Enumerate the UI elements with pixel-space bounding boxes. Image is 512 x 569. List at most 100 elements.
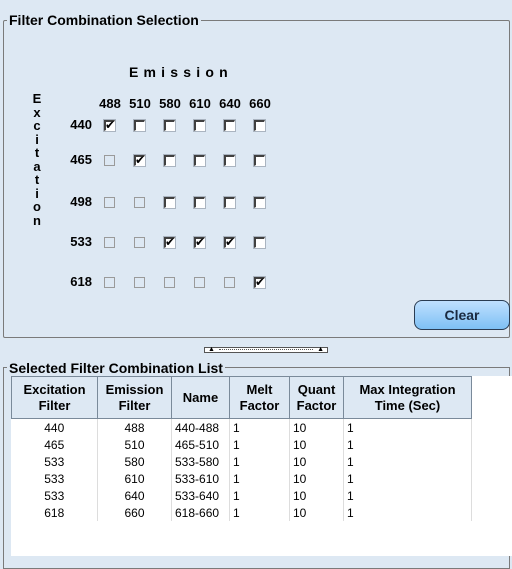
emission-label-660: 660 xyxy=(249,96,271,111)
filter-checkbox-465-488 xyxy=(104,155,115,166)
filter-checkbox-465-660[interactable] xyxy=(254,155,265,166)
filter-selection-title: Filter Combination Selection xyxy=(7,11,201,29)
cell-max[interactable]: 1 xyxy=(343,453,472,470)
table-row[interactable]: 440 488 440-488 1 10 1 xyxy=(11,418,472,436)
cell-name[interactable]: 440-488 xyxy=(171,418,230,436)
cell-quant[interactable]: 10 xyxy=(289,453,344,470)
cell-excitation[interactable]: 440 xyxy=(11,418,98,436)
filter-checkbox-533-510 xyxy=(134,237,145,248)
splitter-up-arrow-icon: ▲ xyxy=(317,346,324,353)
excitation-label-440: 440 xyxy=(70,117,92,132)
excitation-label-618: 618 xyxy=(70,274,92,289)
cell-excitation[interactable]: 465 xyxy=(11,436,98,453)
combination-list-title: Selected Filter Combination List xyxy=(7,359,225,377)
emission-label-640: 640 xyxy=(219,96,241,111)
combination-table: Excitation Filter Emission Filter Name M… xyxy=(11,376,472,521)
cell-emission[interactable]: 660 xyxy=(97,504,172,521)
col-header-quant[interactable]: Quant Factor xyxy=(289,376,344,419)
table-row[interactable]: 533 610 533-610 1 10 1 xyxy=(11,470,472,487)
filter-checkbox-533-580[interactable] xyxy=(164,235,175,249)
filter-checkbox-618-580 xyxy=(164,277,175,288)
emission-label-610: 610 xyxy=(189,96,211,111)
emission-label-488: 488 xyxy=(99,96,121,111)
cell-max[interactable]: 1 xyxy=(343,436,472,453)
cell-name[interactable]: 533-640 xyxy=(171,487,230,504)
cell-name[interactable]: 533-610 xyxy=(171,470,230,487)
emission-axis-title: Emission xyxy=(129,64,233,80)
cell-melt[interactable]: 1 xyxy=(229,418,290,436)
cell-name[interactable]: 618-660 xyxy=(171,504,230,521)
filter-checkbox-618-510 xyxy=(134,277,145,288)
filter-checkbox-440-488[interactable] xyxy=(104,118,115,132)
filter-checkbox-440-660[interactable] xyxy=(254,120,265,131)
filter-checkbox-618-488 xyxy=(104,277,115,288)
table-row[interactable]: 533 640 533-640 1 10 1 xyxy=(11,487,472,504)
col-header-excitation[interactable]: Excitation Filter xyxy=(11,376,98,419)
cell-name[interactable]: 533-580 xyxy=(171,453,230,470)
filter-selection-groupbox xyxy=(3,20,510,338)
filter-checkbox-498-640[interactable] xyxy=(224,197,235,208)
col-header-max-integration[interactable]: Max Integration Time (Sec) xyxy=(343,376,472,419)
cell-melt[interactable]: 1 xyxy=(229,504,290,521)
cell-melt[interactable]: 1 xyxy=(229,487,290,504)
emission-label-510: 510 xyxy=(129,96,151,111)
cell-quant[interactable]: 10 xyxy=(289,504,344,521)
cell-quant[interactable]: 10 xyxy=(289,418,344,436)
cell-emission[interactable]: 510 xyxy=(97,436,172,453)
cell-excitation[interactable]: 533 xyxy=(11,487,98,504)
filter-checkbox-618-660[interactable] xyxy=(254,275,265,289)
filter-checkbox-533-610[interactable] xyxy=(194,235,205,249)
filter-checkbox-440-580[interactable] xyxy=(164,120,175,131)
cell-max[interactable]: 1 xyxy=(343,418,472,436)
cell-emission[interactable]: 488 xyxy=(97,418,172,436)
filter-checkbox-498-510 xyxy=(134,197,145,208)
filter-checkbox-618-610 xyxy=(194,277,205,288)
filter-checkbox-498-660[interactable] xyxy=(254,197,265,208)
col-header-melt[interactable]: Melt Factor xyxy=(229,376,290,419)
cell-quant[interactable]: 10 xyxy=(289,470,344,487)
filter-checkbox-440-610[interactable] xyxy=(194,120,205,131)
cell-excitation[interactable]: 533 xyxy=(11,470,98,487)
col-header-emission[interactable]: Emission Filter xyxy=(97,376,172,419)
cell-emission[interactable]: 640 xyxy=(97,487,172,504)
filter-checkbox-533-488 xyxy=(104,237,115,248)
cell-excitation[interactable]: 618 xyxy=(11,504,98,521)
filter-checkbox-465-610[interactable] xyxy=(194,155,205,166)
cell-excitation[interactable]: 533 xyxy=(11,453,98,470)
cell-max[interactable]: 1 xyxy=(343,470,472,487)
cell-emission[interactable]: 580 xyxy=(97,453,172,470)
cell-name[interactable]: 465-510 xyxy=(171,436,230,453)
panel-splitter-handle[interactable]: ▲ ▲ xyxy=(204,346,328,353)
filter-checkbox-533-640[interactable] xyxy=(224,235,235,249)
filter-checkbox-618-640 xyxy=(224,277,235,288)
splitter-up-arrow-icon: ▲ xyxy=(208,346,215,353)
cell-quant[interactable]: 10 xyxy=(289,487,344,504)
combination-table-container: Excitation Filter Emission Filter Name M… xyxy=(11,376,512,556)
filter-checkbox-533-660[interactable] xyxy=(254,237,265,248)
cell-max[interactable]: 1 xyxy=(343,504,472,521)
filter-checkbox-465-580[interactable] xyxy=(164,155,175,166)
combination-table-body: 440 488 440-488 1 10 1 465 510 465-510 1 10 1 533 580… xyxy=(11,418,472,521)
clear-button[interactable]: Clear xyxy=(414,300,510,330)
table-row[interactable]: 533 580 533-580 1 10 1 xyxy=(11,453,472,470)
table-row[interactable]: 618 660 618-660 1 10 1 xyxy=(11,504,472,521)
cell-emission[interactable]: 610 xyxy=(97,470,172,487)
excitation-label-498: 498 xyxy=(70,194,92,209)
filter-checkbox-498-610[interactable] xyxy=(194,197,205,208)
cell-melt[interactable]: 1 xyxy=(229,453,290,470)
filter-checkbox-465-510[interactable] xyxy=(134,153,145,167)
emission-label-580: 580 xyxy=(159,96,181,111)
cell-max[interactable]: 1 xyxy=(343,487,472,504)
filter-checkbox-440-640[interactable] xyxy=(224,120,235,131)
table-row[interactable]: 465 510 465-510 1 10 1 xyxy=(11,436,472,453)
filter-checkbox-498-580[interactable] xyxy=(164,197,175,208)
cell-quant[interactable]: 10 xyxy=(289,436,344,453)
filter-checkbox-465-640[interactable] xyxy=(224,155,235,166)
filter-checkbox-440-510[interactable] xyxy=(134,120,145,131)
col-header-name[interactable]: Name xyxy=(171,376,230,419)
excitation-axis-title: Excitation xyxy=(32,91,42,228)
splitter-grip xyxy=(219,349,313,350)
cell-melt[interactable]: 1 xyxy=(229,470,290,487)
excitation-label-465: 465 xyxy=(70,152,92,167)
cell-melt[interactable]: 1 xyxy=(229,436,290,453)
